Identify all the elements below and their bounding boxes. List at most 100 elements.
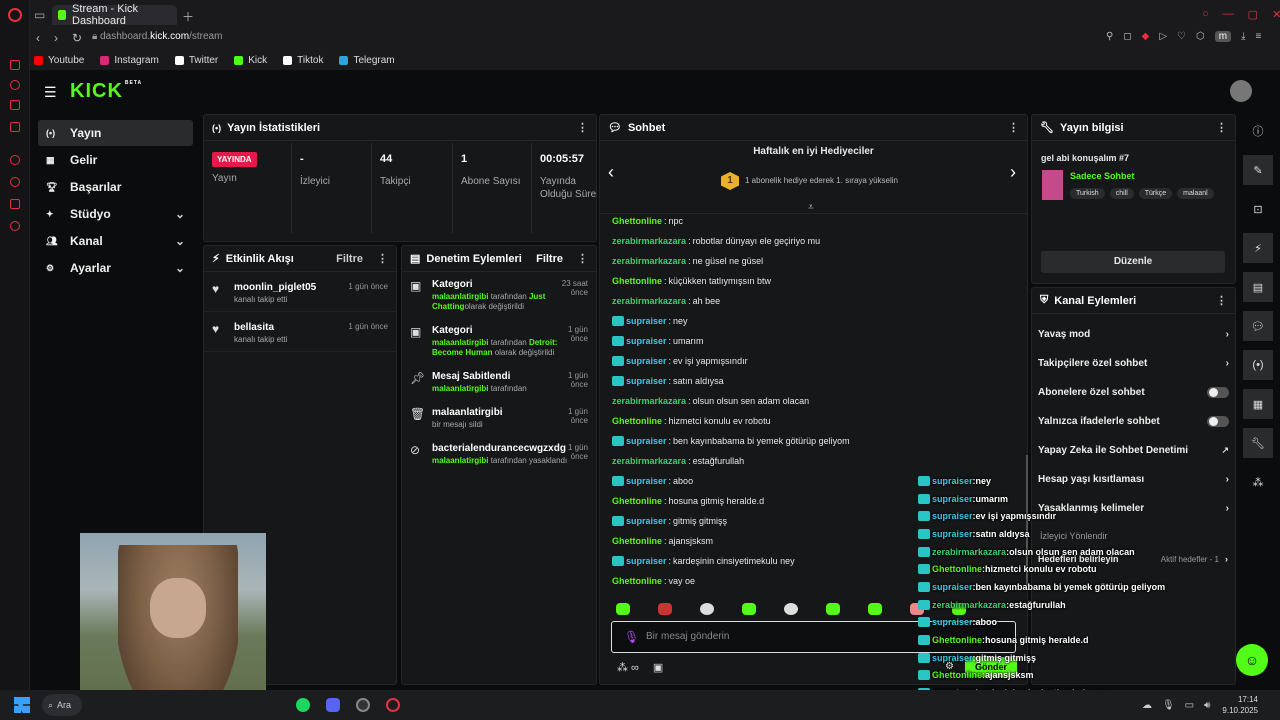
taskbar-search[interactable]: ⌕ Ara	[42, 694, 82, 716]
moderation-item[interactable]: 🗑︎ malaanlatirgibi bir mesajı sildi 1 gün ö…	[402, 400, 596, 436]
chat-username[interactable]: supraiser	[626, 516, 667, 526]
new-tab-icon[interactable]: ＋	[182, 8, 194, 25]
moderation-item[interactable]: 📌︎ Mesaj Sabitlendi malaanlatirgibi tarafı…	[402, 364, 596, 400]
chat-message[interactable]: zerabirmarkazara: olsun olsun sen adam o…	[600, 391, 1027, 411]
search-tabs-icon[interactable]: ○	[1202, 8, 1209, 21]
sidebar-icon-d[interactable]	[10, 122, 20, 132]
menu-icon[interactable]: ≡	[1256, 31, 1262, 42]
sidebar-icon-e[interactable]	[10, 155, 20, 165]
edit-button[interactable]: Düzenle	[1041, 251, 1225, 273]
emote-6[interactable]	[826, 603, 840, 615]
chat-username[interactable]: zerabirmarkazara	[612, 256, 686, 266]
url-field[interactable]: 🔒︎ dashboard.kick.com/stream	[92, 31, 222, 42]
bookmark-tiktok[interactable]: Tiktok	[283, 55, 323, 66]
chat-username[interactable]: supraiser	[626, 476, 667, 486]
chat-message[interactable]: zerabirmarkazara: estağfurullah	[600, 451, 1027, 471]
kick-logo[interactable]: KICK BETA	[70, 80, 142, 103]
user-avatar[interactable]	[1230, 80, 1252, 102]
chat-more-icon[interactable]: ⋮	[1008, 121, 1019, 134]
chat-username[interactable]: Ghettonline	[612, 216, 662, 226]
hamburger-icon[interactable]: ☰	[44, 84, 57, 101]
reload-icon[interactable]: ↻	[72, 31, 82, 45]
chat-username[interactable]: zerabirmarkazara	[612, 296, 686, 306]
chat-username[interactable]: Ghettonline	[612, 276, 662, 286]
tag-turkish[interactable]: Turkish	[1070, 188, 1105, 199]
emote-1[interactable]	[616, 603, 630, 615]
nav-item-gelir[interactable]: ▦ Gelir	[38, 147, 193, 173]
clock[interactable]: 17:14 9.10.2025	[1222, 694, 1258, 716]
channel-actions-more-icon[interactable]: ⋮	[1216, 294, 1227, 307]
bookmark-kick[interactable]: Kick	[234, 55, 267, 66]
chat-message[interactable]: zerabirmarkazara: ah bee	[600, 291, 1027, 311]
close-icon[interactable]: ✕	[1272, 8, 1280, 21]
chat-message[interactable]: supraiser: ev işi yapmışsındır	[600, 351, 1027, 371]
mic-tray-icon[interactable]: 🎙︎	[1162, 700, 1175, 711]
chat-panel-icon[interactable]: 💬︎	[1243, 311, 1273, 341]
sidebar-icon-g[interactable]	[10, 199, 20, 209]
chat-username[interactable]: Ghettonline	[612, 496, 662, 506]
screenshot-icon[interactable]: ⊡	[1243, 194, 1273, 224]
opera-logo-icon[interactable]	[8, 8, 22, 22]
bolt-panel-icon[interactable]: ⚡︎	[1243, 233, 1273, 263]
bookmark-twitter[interactable]: Twitter	[174, 55, 218, 66]
tag-chill[interactable]: chill	[1109, 188, 1134, 199]
stream-info-more-icon[interactable]: ⋮	[1216, 121, 1227, 134]
category-link[interactable]: Sadece Sohbet	[1070, 171, 1135, 181]
sidebar-icon-a[interactable]	[10, 60, 20, 70]
activity-filter[interactable]: Filtre	[336, 253, 363, 265]
chat-username[interactable]: Ghettonline	[612, 536, 662, 546]
profile-icon[interactable]: m	[1214, 31, 1232, 42]
opera-taskbar-icon[interactable]	[386, 698, 400, 712]
heart-icon[interactable]: ♡	[1177, 31, 1186, 42]
tab-menu-icon[interactable]: ▭	[34, 8, 45, 22]
edit-pen-icon[interactable]: ✎	[1243, 155, 1273, 185]
spotify-icon[interactable]	[296, 698, 310, 712]
info-icon[interactable]: ⓘ	[1243, 116, 1273, 146]
help-bubble[interactable]: ☺	[1236, 644, 1268, 676]
cloud-icon[interactable]: ☁︎	[1142, 700, 1152, 711]
chat-username[interactable]: supraiser	[626, 436, 667, 446]
toggle-switch[interactable]	[1207, 416, 1229, 427]
sidebar-icon-c[interactable]	[10, 100, 20, 110]
nav-item-ayarlar[interactable]: ⚙︎ Ayarlar ⌄	[38, 255, 193, 281]
action-yaln-zca-ifadelerle-sohbet[interactable]: Yalnızca ifadelerle sohbet	[1032, 407, 1235, 436]
chat-username[interactable]: supraiser	[626, 336, 667, 346]
chat-username[interactable]: Ghettonline	[612, 576, 662, 586]
nav-item-yay-n[interactable]: (•) Yayın	[38, 120, 193, 146]
chat-message[interactable]: supraiser: satın aldıysa	[600, 371, 1027, 391]
browser-tab[interactable]: Stream - Kick Dashboard	[52, 3, 177, 27]
bookmark-instagram[interactable]: Instagram	[100, 55, 159, 66]
action-takip-ilere-zel-sohbet[interactable]: Takipçilere özel sohbet ›	[1032, 349, 1235, 378]
chat-message[interactable]: Ghettonline: npc	[600, 211, 1027, 231]
bookmark-telegram[interactable]: Telegram	[339, 55, 395, 66]
tools-icon[interactable]: 🔧︎	[1243, 428, 1273, 458]
gifters-prev-icon[interactable]: ‹	[608, 162, 614, 183]
chat-username[interactable]: zerabirmarkazara	[612, 456, 686, 466]
tag-malaanl[interactable]: malaanl	[1177, 188, 1214, 199]
action-yapay-zeka-ile-sohbet-denetimi[interactable]: Yapay Zeka ile Sohbet Denetimi ↗	[1032, 436, 1235, 465]
moderation-item[interactable]: ⊘ bacterialendurancecwgzxdg malaanlatirgib…	[402, 436, 596, 472]
emote-2[interactable]	[658, 603, 672, 615]
share-icon[interactable]: ⁂	[1243, 467, 1273, 497]
chat-username[interactable]: supraiser	[626, 376, 667, 386]
store-icon[interactable]: ▣	[653, 661, 663, 674]
moderation-item[interactable]: ▣ Kategori malaanlatirgibi tarafından Detr…	[402, 318, 596, 364]
gifters-next-icon[interactable]: ›	[1010, 162, 1016, 183]
moderation-filter[interactable]: Filtre	[536, 253, 563, 265]
emote-5[interactable]	[784, 603, 798, 615]
layout-icon[interactable]: ▦	[1243, 389, 1273, 419]
minimize-icon[interactable]: —	[1223, 8, 1234, 21]
mic-icon[interactable]: 🎙︎	[624, 630, 639, 644]
tag-t-rk-e[interactable]: Türkçe	[1138, 188, 1173, 199]
action-abonelere-zel-sohbet[interactable]: Abonelere özel sohbet	[1032, 378, 1235, 407]
chat-message[interactable]: supraiser: umarım	[600, 331, 1027, 351]
chat-username[interactable]: supraiser	[626, 316, 667, 326]
activity-more-icon[interactable]: ⋮	[377, 252, 388, 265]
sidebar-icon-f[interactable]	[10, 177, 20, 187]
nav-item-ba-ar-lar[interactable]: 🏆︎ Başarılar	[38, 174, 193, 200]
chat-username[interactable]: zerabirmarkazara	[612, 236, 686, 246]
windows-start-icon[interactable]	[14, 697, 30, 713]
nav-item-kanal[interactable]: 👥︎ Kanal ⌄	[38, 228, 193, 254]
nav-item-st-dyo[interactable]: ✦ Stüdyo ⌄	[38, 201, 193, 227]
pin-icon[interactable]: ⚲	[1106, 31, 1113, 42]
